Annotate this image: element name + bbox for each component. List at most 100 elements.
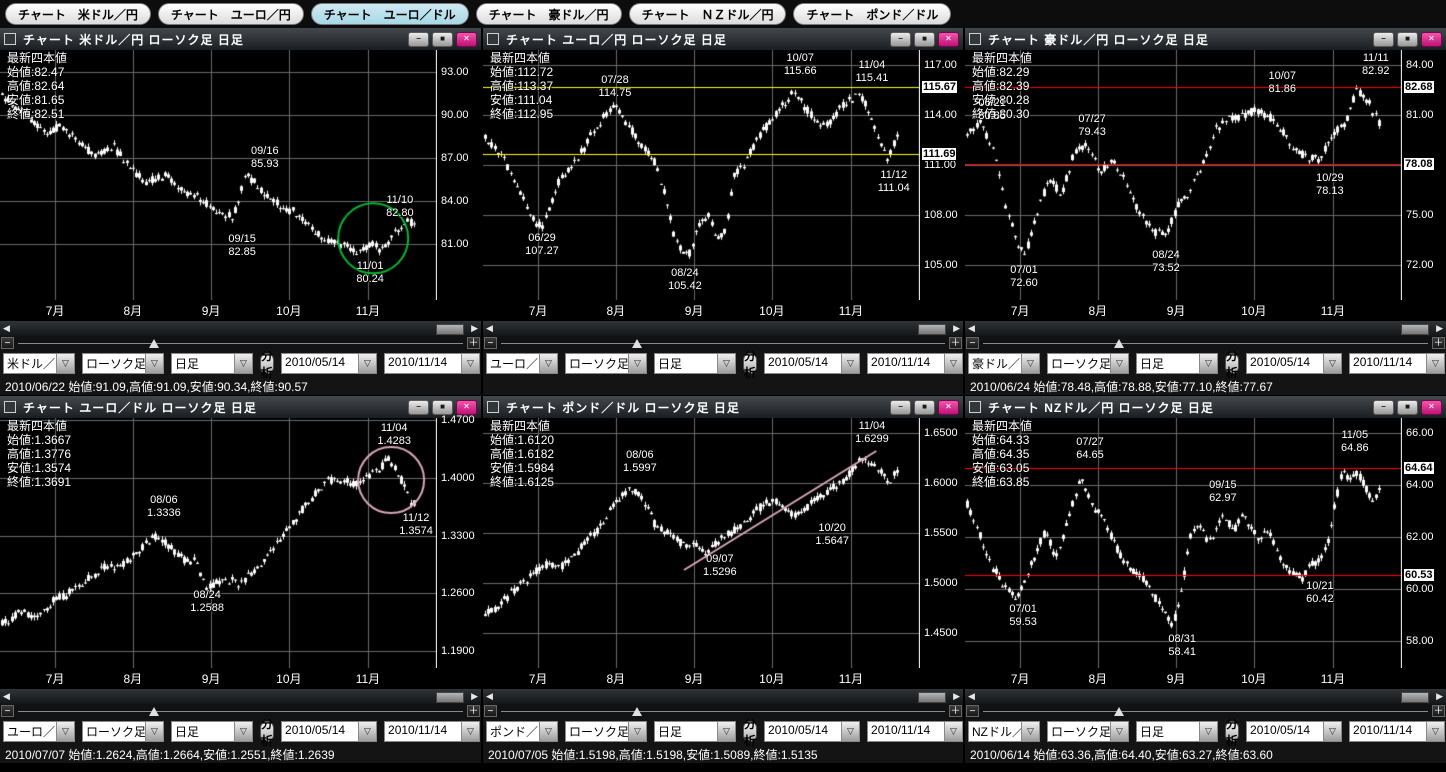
date-from-select-value[interactable]: 2010/05/14 bbox=[282, 722, 358, 741]
date-to-select-value[interactable]: 2010/11/14 bbox=[868, 354, 944, 373]
close-button[interactable]: ✕ bbox=[938, 400, 959, 415]
dropdown-arrow-icon[interactable]: ▽ bbox=[1426, 354, 1444, 373]
scroll-left-arrow-icon[interactable]: ◀ bbox=[3, 323, 10, 334]
chart-style-select-value[interactable]: ローソク足 bbox=[566, 354, 628, 373]
scrollbar-thumb[interactable] bbox=[918, 692, 946, 703]
chart-scrollbar[interactable]: ◀▶ bbox=[965, 320, 1446, 336]
dropdown-arrow-icon[interactable]: ▽ bbox=[1110, 354, 1128, 373]
period-select-value[interactable]: 日足 bbox=[1137, 354, 1199, 373]
minimize-button[interactable]: − bbox=[408, 32, 429, 47]
dropdown-arrow-icon[interactable]: ▽ bbox=[145, 354, 163, 373]
scrollbar-thumb[interactable] bbox=[436, 324, 464, 335]
scroll-right-arrow-icon[interactable]: ▶ bbox=[1436, 691, 1443, 702]
date-from-select-value[interactable]: 2010/05/14 bbox=[1247, 722, 1323, 741]
analyze-button[interactable]: 分析 bbox=[260, 721, 274, 742]
chart-scrollbar[interactable]: ◀▶ bbox=[965, 688, 1446, 704]
pair-select-value[interactable]: ユーロ／ドル bbox=[4, 722, 56, 741]
dropdown-arrow-icon[interactable]: ▽ bbox=[539, 722, 557, 741]
chart-scrollbar[interactable]: ◀▶ bbox=[483, 320, 963, 336]
scroll-right-arrow-icon[interactable]: ▶ bbox=[1436, 323, 1443, 334]
dropdown-arrow-icon[interactable]: ▽ bbox=[1021, 354, 1039, 373]
chart-style-select-value[interactable]: ローソク足 bbox=[83, 354, 145, 373]
scroll-left-arrow-icon[interactable]: ◀ bbox=[486, 691, 493, 702]
zoom-out-button[interactable]: − bbox=[966, 337, 979, 349]
tab-eurjpy[interactable]: チャート ユーロ／円 bbox=[158, 3, 304, 25]
dropdown-arrow-icon[interactable]: ▽ bbox=[841, 354, 859, 373]
period-select-value[interactable]: 日足 bbox=[172, 722, 234, 741]
close-button[interactable]: ✕ bbox=[456, 32, 477, 47]
zoom-out-button[interactable]: − bbox=[484, 705, 497, 717]
scroll-left-arrow-icon[interactable]: ◀ bbox=[968, 691, 975, 702]
zoom-slider-handle[interactable] bbox=[149, 339, 159, 348]
scrollbar-thumb[interactable] bbox=[918, 324, 946, 335]
chart-style-select-value[interactable]: ローソク足 bbox=[83, 722, 145, 741]
minimize-button[interactable]: − bbox=[408, 400, 429, 415]
scroll-right-arrow-icon[interactable]: ▶ bbox=[471, 323, 478, 334]
pair-select-value[interactable]: NZドル／円 bbox=[969, 722, 1021, 741]
zoom-slider-handle[interactable] bbox=[1114, 707, 1124, 716]
minimize-button[interactable]: − bbox=[890, 400, 911, 415]
dropdown-arrow-icon[interactable]: ▽ bbox=[56, 722, 74, 741]
scroll-right-arrow-icon[interactable]: ▶ bbox=[953, 323, 960, 334]
zoom-in-button[interactable]: ＋ bbox=[949, 337, 962, 349]
dropdown-arrow-icon[interactable]: ▽ bbox=[461, 722, 479, 741]
dropdown-arrow-icon[interactable]: ▽ bbox=[358, 354, 376, 373]
dropdown-arrow-icon[interactable]: ▽ bbox=[1199, 722, 1217, 741]
date-from-select-value[interactable]: 2010/05/14 bbox=[765, 722, 841, 741]
close-button[interactable]: ✕ bbox=[1421, 32, 1442, 47]
date-to-select-value[interactable]: 2010/11/14 bbox=[868, 722, 944, 741]
dropdown-arrow-icon[interactable]: ▽ bbox=[1323, 354, 1341, 373]
analyze-button[interactable]: 分析 bbox=[743, 721, 757, 742]
scroll-right-arrow-icon[interactable]: ▶ bbox=[471, 691, 478, 702]
scroll-right-arrow-icon[interactable]: ▶ bbox=[953, 691, 960, 702]
tab-usdjpy[interactable]: チャート 米ドル／円 bbox=[5, 3, 151, 25]
dropdown-arrow-icon[interactable]: ▽ bbox=[145, 722, 163, 741]
chart-scrollbar[interactable]: ◀▶ bbox=[0, 320, 481, 336]
zoom-slider-handle[interactable] bbox=[632, 339, 642, 348]
date-from-select-value[interactable]: 2010/05/14 bbox=[765, 354, 841, 373]
tab-gbpusd[interactable]: チャート ポンド／ドル bbox=[793, 3, 951, 25]
date-to-select-value[interactable]: 2010/11/14 bbox=[1350, 354, 1426, 373]
minimize-button[interactable]: − bbox=[1373, 400, 1394, 415]
dropdown-arrow-icon[interactable]: ▽ bbox=[628, 354, 646, 373]
close-button[interactable]: ✕ bbox=[1421, 400, 1442, 415]
zoom-out-button[interactable]: − bbox=[484, 337, 497, 349]
dropdown-arrow-icon[interactable]: ▽ bbox=[628, 722, 646, 741]
tab-nzdjpy[interactable]: チャート ＮＺドル／円 bbox=[629, 3, 787, 25]
period-select-value[interactable]: 日足 bbox=[172, 354, 234, 373]
dropdown-arrow-icon[interactable]: ▽ bbox=[56, 354, 74, 373]
chart-style-select-value[interactable]: ローソク足 bbox=[1048, 354, 1110, 373]
zoom-in-button[interactable]: ＋ bbox=[949, 705, 962, 717]
zoom-slider-handle[interactable] bbox=[149, 707, 159, 716]
dropdown-arrow-icon[interactable]: ▽ bbox=[539, 354, 557, 373]
zoom-out-button[interactable]: − bbox=[966, 705, 979, 717]
zoom-out-button[interactable]: − bbox=[1, 705, 14, 717]
scrollbar-thumb[interactable] bbox=[436, 692, 464, 703]
zoom-slider-handle[interactable] bbox=[1114, 339, 1124, 348]
scroll-left-arrow-icon[interactable]: ◀ bbox=[3, 691, 10, 702]
pair-select-value[interactable]: ポンド／ドル bbox=[487, 722, 539, 741]
pair-select-value[interactable]: 豪ドル／円 bbox=[969, 354, 1021, 373]
zoom-in-button[interactable]: ＋ bbox=[467, 337, 480, 349]
date-from-select-value[interactable]: 2010/05/14 bbox=[282, 354, 358, 373]
chart-scrollbar[interactable]: ◀▶ bbox=[483, 688, 963, 704]
scrollbar-thumb[interactable] bbox=[1401, 692, 1429, 703]
maximize-button[interactable]: ■ bbox=[432, 400, 453, 415]
zoom-out-button[interactable]: − bbox=[1, 337, 14, 349]
analyze-button[interactable]: 分析 bbox=[743, 353, 757, 374]
date-to-select-value[interactable]: 2010/11/14 bbox=[385, 722, 461, 741]
dropdown-arrow-icon[interactable]: ▽ bbox=[234, 354, 252, 373]
maximize-button[interactable]: ■ bbox=[914, 32, 935, 47]
chart-style-select-value[interactable]: ローソク足 bbox=[566, 722, 628, 741]
dropdown-arrow-icon[interactable]: ▽ bbox=[1323, 722, 1341, 741]
minimize-button[interactable]: − bbox=[1373, 32, 1394, 47]
scroll-left-arrow-icon[interactable]: ◀ bbox=[486, 323, 493, 334]
maximize-button[interactable]: ■ bbox=[1397, 400, 1418, 415]
dropdown-arrow-icon[interactable]: ▽ bbox=[1426, 722, 1444, 741]
dropdown-arrow-icon[interactable]: ▽ bbox=[944, 722, 962, 741]
pair-select-value[interactable]: ユーロ／円 bbox=[487, 354, 539, 373]
pair-select-value[interactable]: 米ドル／円 bbox=[4, 354, 56, 373]
tab-eurusd[interactable]: チャート ユーロ／ドル bbox=[311, 3, 469, 25]
dropdown-arrow-icon[interactable]: ▽ bbox=[1199, 354, 1217, 373]
zoom-in-button[interactable]: ＋ bbox=[1432, 337, 1445, 349]
